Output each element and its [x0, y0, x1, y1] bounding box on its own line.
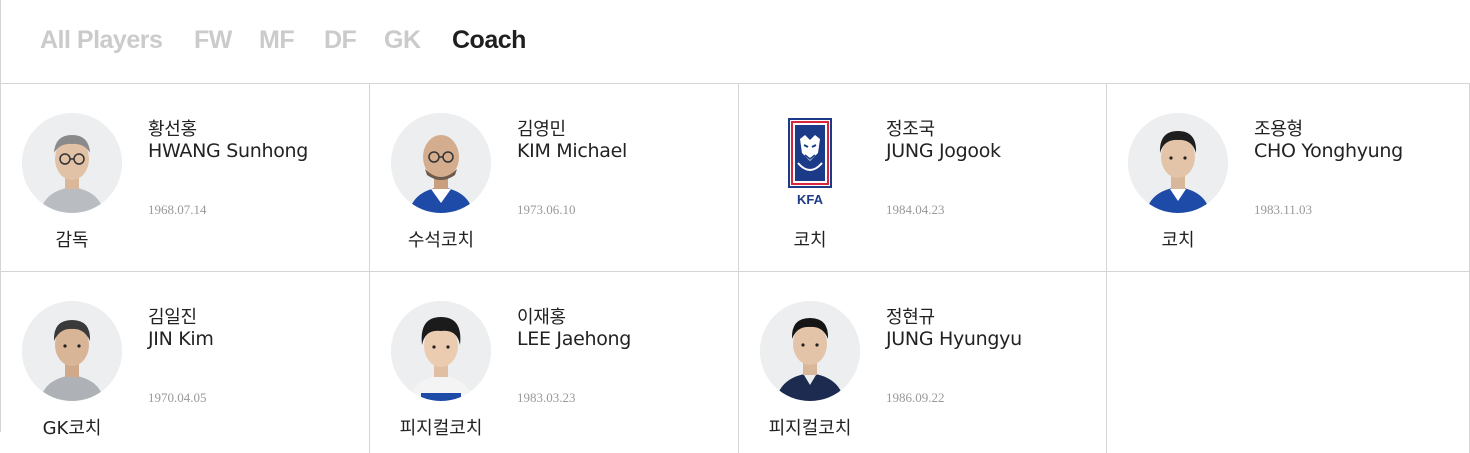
tab-fw[interactable]: FW [194, 26, 232, 55]
kfa-logo-icon: KFA [760, 113, 860, 213]
coach-card[interactable]: 정현규 JUNG Hyungyu 1986.09.22 피지컬코치 [739, 272, 1107, 453]
coach-english-name: JUNG Hyungyu [886, 328, 1022, 350]
coach-card[interactable]: KFA 정조국 JUNG Jogook 1984.04.23 코치 [739, 84, 1107, 271]
coach-role: 피지컬코치 [768, 418, 852, 439]
coach-photo [760, 301, 860, 401]
coach-birthdate: 1986.09.22 [886, 390, 945, 405]
coach-korean-name: 조용형 [1254, 119, 1303, 140]
coach-english-name: JIN Kim [148, 328, 214, 350]
coach-card[interactable]: 조용형 CHO Yonghyung 1983.11.03 코치 [1107, 84, 1470, 271]
coach-english-name: CHO Yonghyung [1254, 140, 1403, 162]
position-tabs: All Players FW MF DF GK Coach [0, 0, 1470, 84]
coach-card[interactable]: 김일진 JIN Kim 1970.04.05 GK코치 [1, 272, 369, 453]
coach-photo [1128, 113, 1228, 213]
coach-card[interactable]: 이재홍 LEE Jaehong 1983.03.23 피지컬코치 [370, 272, 738, 453]
coach-grid: 황선홍 HWANG Sunhong 1968.07.14 감독 김영민 KIM … [0, 84, 1470, 453]
coach-birthdate: 1973.06.10 [517, 202, 576, 217]
coach-photo [391, 301, 491, 401]
tab-coach[interactable]: Coach [452, 26, 526, 55]
coach-role: 수석코치 [407, 230, 475, 251]
coach-english-name: LEE Jaehong [517, 328, 632, 350]
coach-card[interactable]: 김영민 KIM Michael 1973.06.10 수석코치 [370, 84, 738, 271]
coach-role: 코치 [793, 230, 827, 251]
coach-photo [22, 301, 122, 401]
coach-role: 코치 [1161, 230, 1195, 251]
coach-card[interactable]: 황선홍 HWANG Sunhong 1968.07.14 감독 [1, 84, 369, 271]
coach-photo [391, 113, 491, 213]
coach-photo [22, 113, 122, 213]
tab-all-players[interactable]: All Players [40, 26, 163, 55]
coach-korean-name: 이재홍 [517, 307, 566, 328]
coach-role: GK코치 [42, 418, 102, 439]
coach-korean-name: 황선홍 [148, 119, 197, 140]
coach-birthdate: 1984.04.23 [886, 202, 945, 217]
tab-gk[interactable]: GK [384, 26, 421, 55]
kfa-logo-text: KFA [797, 192, 824, 207]
coach-birthdate: 1983.11.03 [1254, 202, 1313, 217]
coach-birthdate: 1970.04.05 [148, 390, 207, 405]
tab-mf[interactable]: MF [259, 26, 295, 55]
coach-korean-name: 정조국 [886, 119, 935, 140]
coach-korean-name: 김일진 [148, 307, 197, 328]
coach-korean-name: 정현규 [886, 307, 935, 328]
tab-df[interactable]: DF [324, 26, 357, 55]
coach-english-name: JUNG Jogook [886, 140, 1001, 162]
coach-korean-name: 김영민 [517, 119, 566, 140]
coach-birthdate: 1983.03.23 [517, 390, 576, 405]
coach-role: 감독 [55, 230, 89, 251]
coach-birthdate: 1968.07.14 [148, 202, 207, 217]
coach-english-name: KIM Michael [517, 140, 627, 162]
coach-english-name: HWANG Sunhong [148, 140, 309, 162]
coach-role: 피지컬코치 [399, 418, 483, 439]
